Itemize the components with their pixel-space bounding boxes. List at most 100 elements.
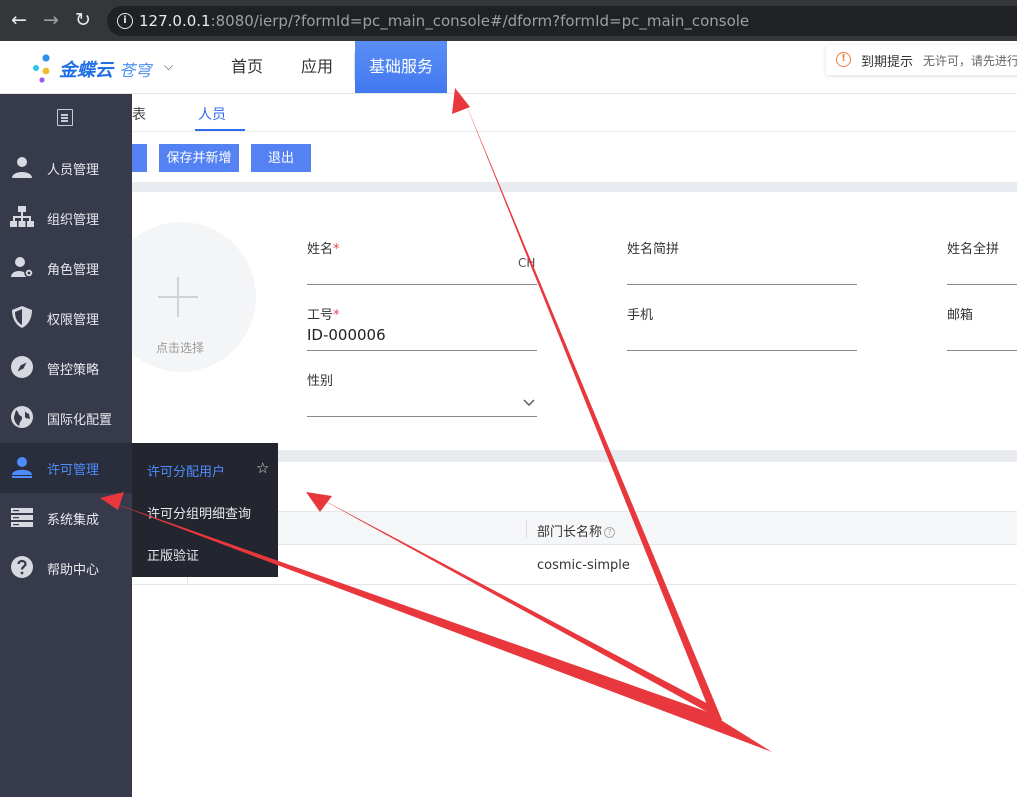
sidebar-item-integration[interactable]: 系统集成 [0, 493, 132, 543]
chevron-down-icon[interactable] [523, 396, 535, 410]
submenu-item-assign-users[interactable]: 许可分配用户 [147, 461, 225, 480]
name-field[interactable]: 姓名* CH [307, 238, 537, 294]
mobile-field[interactable]: 手机 [627, 304, 857, 360]
logo-dots-icon [33, 54, 50, 83]
globe-icon [11, 406, 33, 428]
warning-icon: ! [836, 52, 851, 67]
sidebar-item-label: 组织管理 [47, 213, 100, 228]
email-field[interactable]: 邮箱 [947, 304, 1017, 360]
tab-person[interactable]: 人员 [198, 104, 226, 124]
nav-basic-services[interactable]: 基础服务 [355, 41, 448, 93]
user-gear-icon [11, 257, 34, 278]
avatar-upload-label: 点击选择 [156, 341, 205, 355]
sidebar: 人员管理 组织管理 角色管理 权限管理 管控策略 国际化配置 许可管理 系统集成… [0, 94, 132, 797]
person-form: 点击选择 姓名* CH 姓名简拼 姓名全拼 工号* ID-000006 手机 邮… [106, 192, 1017, 450]
sidebar-toggle[interactable] [0, 94, 132, 142]
info-icon[interactable]: i [117, 13, 133, 29]
sidebar-item-org[interactable]: 组织管理 [0, 193, 132, 243]
email-label: 邮箱 [947, 308, 974, 323]
back-icon[interactable]: ← [8, 9, 30, 31]
logo-wordmark: 金蝶云 苍穹 [59, 56, 151, 82]
help-icon [11, 556, 33, 578]
person-icon [12, 157, 32, 178]
url-host: 127.0.0.1 [139, 12, 211, 30]
employee-number-value: ID-000006 [307, 326, 386, 344]
sidebar-item-label: 管控策略 [47, 363, 100, 378]
sidebar-item-label: 系统集成 [47, 513, 100, 528]
sidebar-item-i18n[interactable]: 国际化配置 [0, 393, 132, 443]
submenu-item-genuine-check[interactable]: 正版验证 [147, 545, 199, 564]
url-path: :8080/ierp/?formId=pc_main_console#/dfor… [210, 12, 750, 30]
language-switch[interactable]: CH [518, 256, 535, 270]
sidebar-item-label: 角色管理 [47, 263, 100, 278]
sidebar-item-label: 国际化配置 [47, 413, 113, 428]
tab-list[interactable]: 表 [132, 104, 146, 124]
sidebar-item-role[interactable]: 角色管理 [0, 243, 132, 293]
name-label-text: 姓名 [307, 242, 334, 257]
sidebar-item-help[interactable]: 帮助中心 [0, 543, 132, 593]
gender-label: 性别 [307, 374, 334, 389]
sidebar-item-policy[interactable]: 管控策略 [0, 343, 132, 393]
sidebar-item-person[interactable]: 人员管理 [0, 143, 132, 193]
employee-number-label-text: 工号 [307, 308, 334, 323]
sidebar-item-label: 权限管理 [47, 313, 100, 328]
required-mark: * [333, 308, 340, 323]
sidebar-item-license[interactable]: 许可管理 [0, 443, 132, 493]
browser-toolbar: ← → ↻ i 127.0.0.1:8080/ierp/?formId=pc_m… [0, 0, 1017, 41]
active-tab-indicator [195, 129, 245, 131]
shield-icon [12, 306, 32, 328]
app-logo[interactable]: 金蝶云 苍穹 ⌵ [32, 51, 173, 85]
column-header-dept-head[interactable]: 部门长名称? [537, 521, 616, 540]
pinyin-short-label: 姓名简拼 [627, 242, 680, 257]
sidebar-item-label: 许可管理 [47, 463, 100, 478]
license-user-icon [12, 457, 32, 478]
employee-number-label: 工号* [307, 304, 340, 323]
logo-main-text: 金蝶云 [59, 60, 113, 81]
app-header: 金蝶云 苍穹 ⌵ 首页 应用 基础服务 ! 到期提示 无许可，请先进行 [0, 41, 1017, 94]
save-and-new-button[interactable]: 保存并新增 [159, 144, 239, 172]
sidebar-item-permission[interactable]: 权限管理 [0, 293, 132, 343]
star-icon[interactable]: ☆ [256, 459, 269, 477]
server-icon [11, 508, 33, 527]
forward-icon[interactable]: → [40, 9, 62, 31]
employee-number-field[interactable]: 工号* ID-000006 [307, 304, 537, 360]
nav-home[interactable]: 首页 [231, 41, 263, 93]
url-text: 127.0.0.1:8080/ierp/?formId=pc_main_cons… [139, 12, 749, 30]
nav-apps[interactable]: 应用 [301, 41, 333, 93]
save-button[interactable] [132, 144, 147, 172]
page-tabs: 表 人员 [132, 94, 1017, 132]
exit-button[interactable]: 退出 [251, 144, 311, 172]
org-tree-icon [10, 206, 34, 227]
field-underline [307, 284, 537, 285]
chevron-down-icon[interactable]: ⌵ [164, 59, 173, 74]
field-underline [627, 350, 857, 351]
expiry-title: 到期提示 [861, 55, 914, 70]
plus-icon-vertical [177, 277, 179, 317]
pinyin-full-field[interactable]: 姓名全拼 [947, 238, 1017, 294]
submenu-item-group-detail[interactable]: 许可分组明细查询 [147, 503, 251, 522]
section-divider [132, 182, 1017, 192]
required-mark: * [333, 242, 340, 257]
logo-sub-text: 苍穹 [119, 61, 152, 80]
gender-select[interactable]: 性别 [307, 370, 537, 426]
name-label: 姓名* [307, 238, 340, 257]
expiry-text: 无许可，请先进行 [923, 54, 1017, 68]
column-separator [526, 520, 527, 538]
compass-icon [11, 356, 33, 378]
expiry-notice[interactable]: ! 到期提示 无许可，请先进行 [826, 45, 1017, 75]
column-header-text: 部门长名称 [537, 525, 603, 540]
form-toolbar: 保存并新增 退出 [132, 132, 1017, 182]
reload-icon[interactable]: ↻ [72, 9, 94, 31]
field-underline [627, 284, 857, 285]
sidebar-item-label: 帮助中心 [47, 563, 100, 578]
field-underline [947, 284, 1017, 285]
field-underline [307, 416, 537, 417]
field-underline [307, 350, 537, 351]
mobile-label: 手机 [627, 308, 654, 323]
dept-head-cell: cosmic-simple [537, 558, 630, 573]
pinyin-full-label: 姓名全拼 [947, 242, 1000, 257]
license-submenu: 许可分配用户 ☆ 许可分组明细查询 正版验证 [132, 443, 278, 577]
address-bar[interactable]: i 127.0.0.1:8080/ierp/?formId=pc_main_co… [107, 6, 1017, 36]
help-icon[interactable]: ? [604, 527, 616, 538]
pinyin-short-field[interactable]: 姓名简拼 [627, 238, 857, 294]
